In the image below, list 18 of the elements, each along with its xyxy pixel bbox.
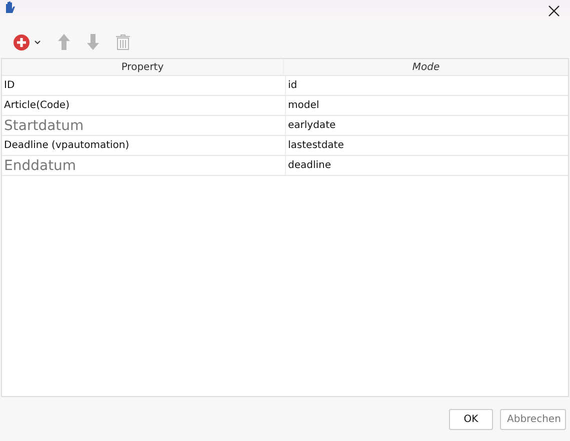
add-icon[interactable] [13,34,30,50]
table-cell: id [285,76,568,95]
table-cell: deadline [285,156,568,175]
table-cell-text: ID [3,79,16,93]
table-cell-text: Enddatum [3,156,78,175]
hand-icon [4,1,16,15]
table-cell-text: Startdatum [3,116,85,135]
table-cell-text: Deadline (vpautomation) [3,139,130,153]
table-cell: lastestdate [285,136,568,155]
ok-button[interactable]: OK [449,408,493,430]
table-cell: model [285,96,568,115]
column-header[interactable]: Property [2,59,283,75]
caret-icon[interactable] [34,40,41,44]
table-cell-text: Article(Code) [3,99,70,113]
column-header[interactable]: Mode [283,59,568,75]
cancel-button[interactable]: Abbrechen [500,408,566,430]
close-icon[interactable] [548,5,560,17]
table-cell: earlydate [285,116,568,135]
